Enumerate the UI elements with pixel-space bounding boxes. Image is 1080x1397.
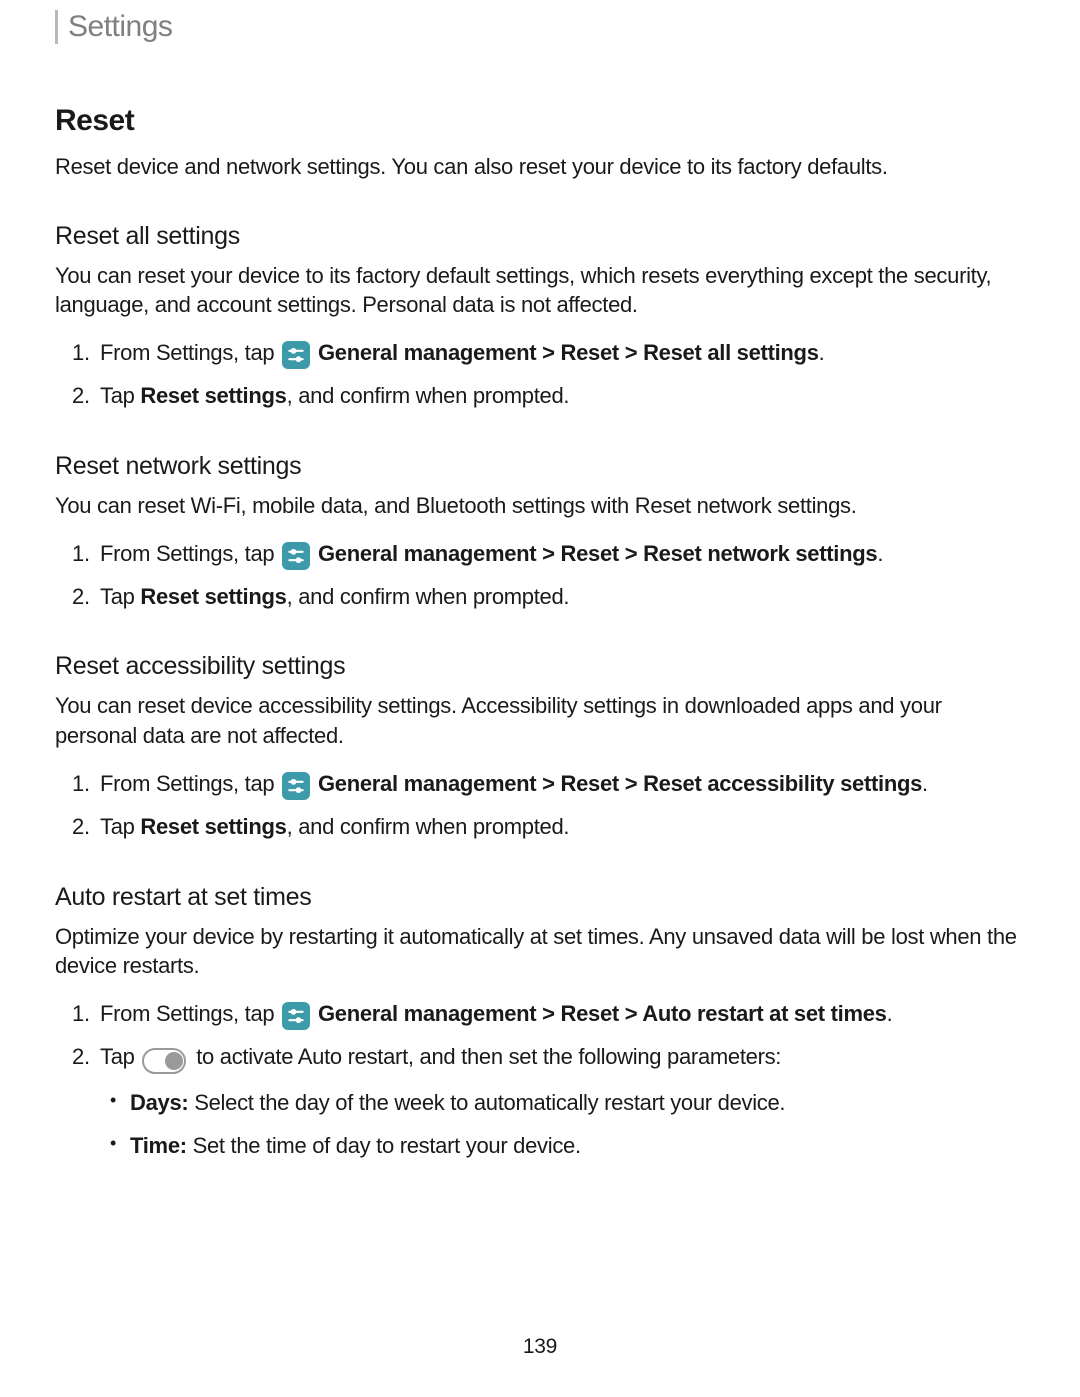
step-bold: Reset settings (140, 814, 286, 839)
step-suffix: to activate Auto restart, and then set t… (196, 1044, 781, 1069)
sliders-icon (282, 341, 310, 369)
step-text: From Settings, tap (100, 771, 280, 796)
subsection-heading-reset-all: Reset all settings (55, 222, 1025, 251)
step-item: Tap to activate Auto restart, and then s… (100, 1042, 1025, 1162)
step-bold: General management > Reset > Reset acces… (318, 771, 922, 796)
breadcrumb-text: Settings (68, 10, 172, 43)
step-suffix: . (877, 541, 883, 566)
step-suffix: , and confirm when prompted. (287, 814, 570, 839)
subsection-intro-auto-restart: Optimize your device by restarting it au… (55, 922, 1025, 981)
step-item: Tap Reset settings, and confirm when pro… (100, 582, 1025, 613)
step-item: From Settings, tap General management > … (100, 999, 1025, 1030)
bullet-text: Select the day of the week to automatica… (188, 1090, 785, 1115)
step-suffix: . (887, 1001, 893, 1026)
step-item: Tap Reset settings, and confirm when pro… (100, 812, 1025, 843)
subsection-heading-reset-accessibility: Reset accessibility settings (55, 652, 1025, 681)
step-item: From Settings, tap General management > … (100, 338, 1025, 369)
step-item: From Settings, tap General management > … (100, 539, 1025, 570)
bullet-item: Time: Set the time of day to restart you… (130, 1131, 1025, 1162)
step-text: Tap (100, 383, 140, 408)
step-text: From Settings, tap (100, 541, 280, 566)
step-text: Tap (100, 814, 140, 839)
step-text: Tap (100, 584, 140, 609)
step-bold: Reset settings (140, 584, 286, 609)
steps-reset-network: From Settings, tap General management > … (55, 539, 1025, 613)
bullet-list: Days: Select the day of the week to auto… (100, 1088, 1025, 1162)
sliders-icon (282, 772, 310, 800)
subsection-intro-reset-network: You can reset Wi-Fi, mobile data, and Bl… (55, 491, 1025, 521)
steps-reset-accessibility: From Settings, tap General management > … (55, 769, 1025, 843)
bullet-label: Days: (130, 1090, 188, 1115)
subsection-heading-auto-restart: Auto restart at set times (55, 883, 1025, 912)
step-item: From Settings, tap General management > … (100, 769, 1025, 800)
toggle-off-icon (142, 1048, 186, 1074)
step-bold: General management > Reset > Reset all s… (318, 340, 819, 365)
step-text: From Settings, tap (100, 340, 280, 365)
step-bold: General management > Reset > Reset netwo… (318, 541, 877, 566)
subsection-heading-reset-network: Reset network settings (55, 452, 1025, 481)
step-suffix: . (819, 340, 825, 365)
toggle-knob (165, 1052, 183, 1070)
steps-auto-restart: From Settings, tap General management > … (55, 999, 1025, 1162)
section-intro: Reset device and network settings. You c… (55, 152, 1025, 182)
subsection-intro-reset-accessibility: You can reset device accessibility setti… (55, 691, 1025, 750)
step-suffix: , and confirm when prompted. (287, 584, 570, 609)
step-suffix: , and confirm when prompted. (287, 383, 570, 408)
steps-reset-all: From Settings, tap General management > … (55, 338, 1025, 412)
section-heading-reset: Reset (55, 104, 1025, 138)
step-item: Tap Reset settings, and confirm when pro… (100, 381, 1025, 412)
sliders-icon (282, 542, 310, 570)
step-suffix: . (922, 771, 928, 796)
bullet-item: Days: Select the day of the week to auto… (130, 1088, 1025, 1119)
subsection-intro-reset-all: You can reset your device to its factory… (55, 261, 1025, 320)
page-number: 139 (0, 1335, 1080, 1359)
step-bold: Reset settings (140, 383, 286, 408)
bullet-text: Set the time of day to restart your devi… (187, 1133, 581, 1158)
breadcrumb: Settings (55, 10, 1025, 44)
bullet-label: Time: (130, 1133, 187, 1158)
step-text: From Settings, tap (100, 1001, 280, 1026)
step-bold: General management > Reset > Auto restar… (318, 1001, 887, 1026)
step-text: Tap (100, 1044, 140, 1069)
sliders-icon (282, 1002, 310, 1030)
